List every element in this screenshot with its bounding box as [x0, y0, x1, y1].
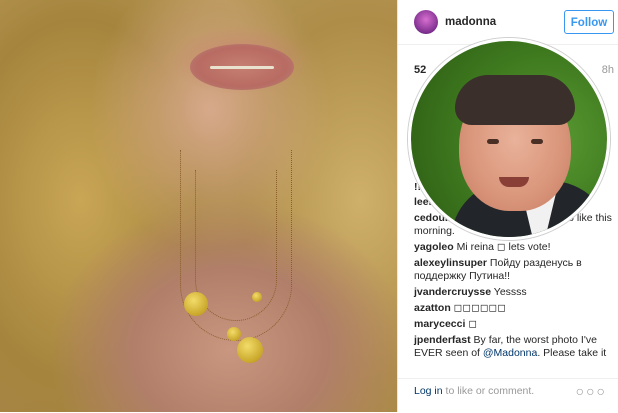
comment-user[interactable]: yagoleo [414, 241, 454, 253]
necklace-chain [195, 170, 277, 321]
necklace-pendant [227, 327, 241, 341]
comment-text: Mi reina ◻ lets vote! [456, 241, 551, 253]
portrait-hair [455, 75, 575, 125]
post-footer: Log in to like or comment. ○○○ [398, 378, 618, 413]
login-prompt: Log in to like or comment. [414, 385, 534, 397]
login-text: to like or comment. [442, 385, 535, 397]
more-options-icon[interactable]: ○○○ [576, 383, 607, 399]
comment-text-tail: . Please take it [537, 347, 607, 359]
comment-item: jpenderfast By far, the worst photo I've… [414, 334, 614, 360]
necklace-pendant [237, 337, 263, 363]
comment-user[interactable]: azatton [414, 302, 451, 314]
comment-text: ◻◻◻◻◻◻ [453, 302, 506, 314]
portrait-eye [531, 139, 543, 144]
username[interactable]: madonna [445, 16, 496, 28]
inset-portrait [408, 38, 610, 240]
comment-item: azatton ◻◻◻◻◻◻ [414, 302, 614, 315]
necklace-pendant [184, 292, 208, 316]
comment-user[interactable]: marycecci [414, 318, 465, 330]
post-time[interactable]: 8h [602, 64, 614, 76]
comment-user[interactable]: jpenderfast [414, 334, 471, 346]
comment-item: yagoleo Mi reina ◻ lets vote! [414, 241, 614, 254]
login-link[interactable]: Log in [414, 385, 443, 397]
follow-button[interactable]: Follow [564, 10, 614, 34]
comment-mention[interactable]: @Madonna [483, 347, 537, 359]
comment-user[interactable]: alexeylinsuper [414, 257, 487, 269]
likes-count[interactable]: 52 [414, 64, 426, 76]
comment-text: ◻ [468, 318, 478, 330]
comment-item: jvandercruysse Yessss [414, 286, 614, 299]
comment-text: Yessss [493, 286, 527, 298]
post-photo[interactable] [0, 0, 397, 412]
comment-item: alexeylinsuper Пойду разденусь в поддерж… [414, 257, 614, 283]
comment-user[interactable]: jvandercruysse [414, 286, 491, 298]
comment-item: marycecci ◻ [414, 318, 614, 331]
photo-grill [210, 66, 274, 69]
avatar[interactable] [414, 10, 438, 34]
necklace-pendant [252, 292, 262, 302]
portrait-eye [487, 139, 499, 144]
